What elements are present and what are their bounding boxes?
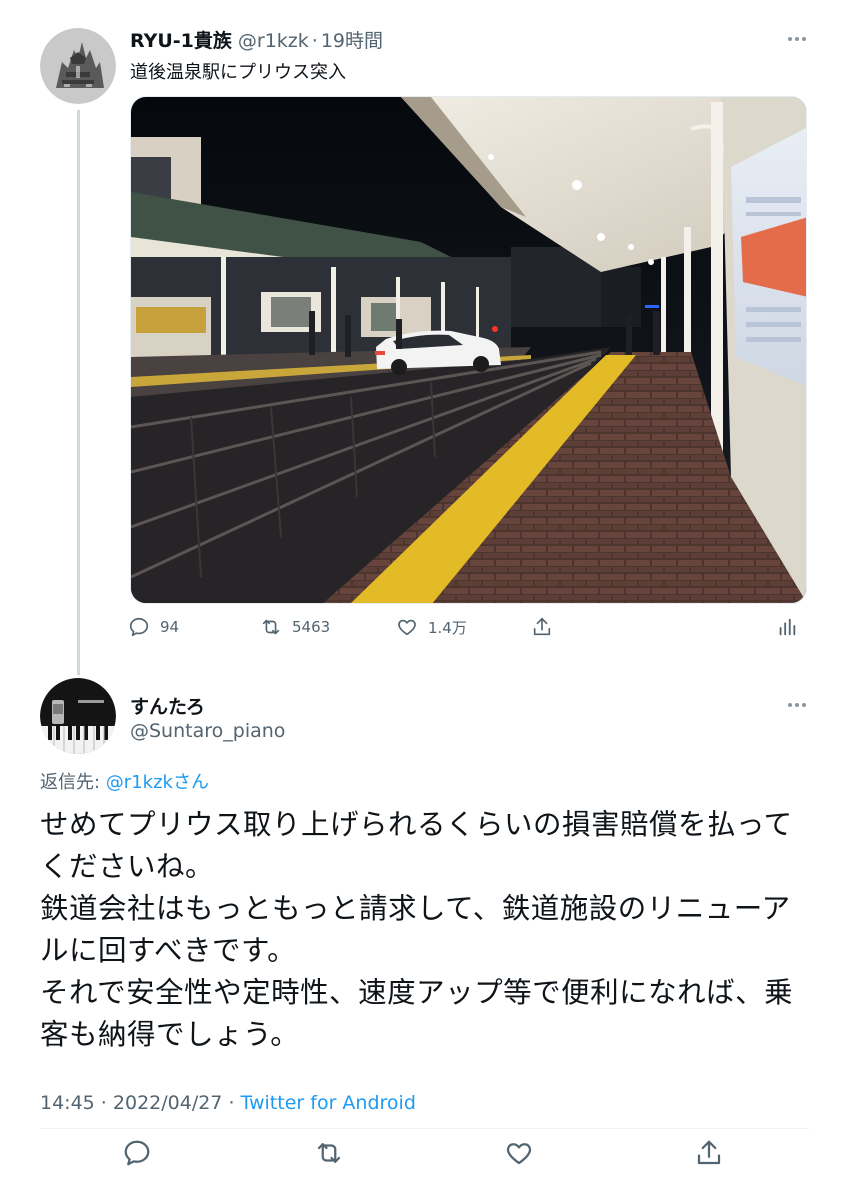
replying-to-mention[interactable]: @r1kzk — [106, 772, 173, 793]
replying-to: 返信先: @r1kzkさん — [40, 768, 209, 794]
reply-button[interactable] — [122, 1138, 152, 1168]
avatar-suntaro[interactable] — [40, 678, 116, 754]
reply-tweet-text: せめてプリウス取り上げられるくらいの損害賠償を払って くださいね。 鉄道会社はも… — [40, 804, 810, 1056]
divider — [40, 1128, 809, 1129]
heart-icon — [398, 619, 416, 636]
analytics-icon — [779, 618, 796, 636]
tweet-text-line: 客も納得でしょう。 — [40, 1018, 300, 1051]
reply-count: 94 — [160, 618, 180, 636]
retweet-icon — [262, 619, 280, 635]
tweet-source[interactable]: Twitter for Android — [241, 1092, 416, 1114]
share-button[interactable] — [694, 1138, 724, 1168]
tweet-text-line: せめてプリウス取り上げられるくらいの損害賠償を払って — [40, 808, 793, 841]
retweet-icon — [317, 1143, 341, 1163]
analytics-action[interactable] — [776, 616, 798, 638]
photo-station-scene — [131, 97, 806, 603]
reply-action[interactable]: 94 — [128, 616, 179, 638]
parent-handle[interactable]: @r1kzk — [238, 30, 309, 52]
tweet-text-line: ルに回すべきです。 — [40, 934, 297, 967]
heart-icon — [506, 1143, 532, 1165]
parent-tweet-actions: 94 5463 1.4万 — [128, 616, 808, 644]
share-icon — [697, 1140, 721, 1165]
avatar-ryu-image — [40, 28, 116, 104]
avatar-suntaro-image — [40, 678, 116, 754]
tweet-text-line: くださいね。 — [40, 850, 215, 883]
tweet-text-line: 鉄道会社はもっともっと請求して、鉄道施設のリニューア — [40, 892, 791, 925]
parent-tweet-text: 道後温泉駅にプリウス突入 — [130, 62, 346, 83]
tweet-text-line: それで安全性や定時性、速度アップ等で便利になれば、乗 — [40, 976, 794, 1009]
tweet-date[interactable]: 2022/04/27 — [113, 1092, 223, 1114]
thread-connector-line — [77, 110, 80, 675]
parent-tweet-header: RYU-1貴族 @r1kzk · 19時間 — [130, 26, 383, 53]
tweet-metadata: 14:45 · 2022/04/27 · Twitter for Android — [40, 1092, 416, 1114]
replying-to-prefix: 返信先: — [40, 772, 106, 793]
retweet-action[interactable]: 5463 — [260, 616, 330, 638]
reply-display-name[interactable]: すんたろ — [130, 692, 205, 719]
tweet-photo[interactable] — [130, 96, 807, 604]
tweet-time[interactable]: 14:45 — [40, 1092, 95, 1114]
share-icon — [533, 617, 551, 636]
like-count: 1.4万 — [428, 618, 467, 637]
reply-handle[interactable]: @Suntaro_piano — [130, 720, 285, 742]
like-button[interactable] — [504, 1138, 534, 1168]
reply-more-options-icon[interactable] — [788, 703, 806, 707]
reply-tweet-actions — [0, 1138, 849, 1172]
parent-timestamp[interactable]: 19時間 — [321, 26, 383, 53]
reply-icon — [124, 1140, 150, 1166]
share-action[interactable] — [531, 616, 553, 638]
parent-display-name[interactable]: RYU-1貴族 — [130, 26, 232, 53]
header-separator: · — [311, 30, 318, 52]
like-action[interactable]: 1.4万 — [396, 616, 467, 638]
reply-icon — [129, 617, 149, 637]
meta-separator: · — [94, 1092, 113, 1114]
meta-separator: · — [222, 1092, 241, 1114]
retweet-count: 5463 — [292, 618, 331, 636]
more-options-icon[interactable] — [788, 37, 806, 41]
retweet-button[interactable] — [314, 1138, 344, 1168]
replying-to-suffix: さん — [172, 772, 209, 793]
avatar-ryu[interactable] — [40, 28, 116, 104]
